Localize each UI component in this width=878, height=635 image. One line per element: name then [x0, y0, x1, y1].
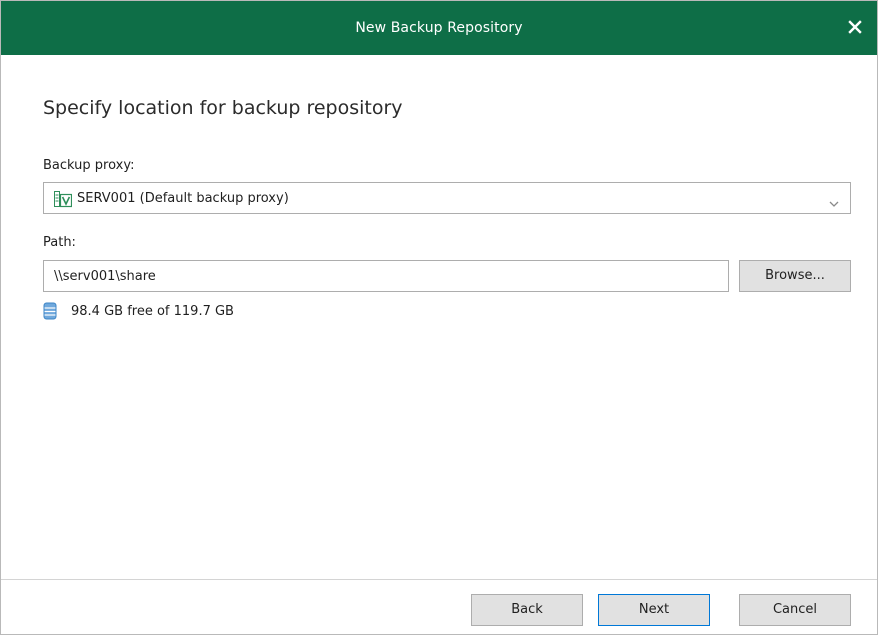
wizard-content: Specify location for backup repository B… [1, 55, 877, 579]
path-input[interactable] [43, 260, 729, 292]
back-button[interactable]: Back [471, 594, 583, 626]
step-heading: Specify location for backup repository [43, 97, 403, 119]
next-button[interactable]: Next [598, 594, 710, 626]
close-icon[interactable] [843, 15, 867, 39]
new-backup-repository-dialog: New Backup Repository Specify location f… [0, 0, 878, 635]
database-icon [43, 302, 57, 320]
free-space-text: 98.4 GB free of 119.7 GB [71, 304, 234, 319]
chevron-down-icon[interactable] [828, 194, 840, 207]
path-label: Path: [43, 235, 76, 250]
wizard-footer: Back Next Cancel [1, 579, 877, 634]
server-proxy-icon [54, 190, 73, 208]
cancel-button[interactable]: Cancel [739, 594, 851, 626]
backup-proxy-label: Backup proxy: [43, 158, 135, 173]
browse-button[interactable]: Browse... [739, 260, 851, 292]
title-bar: New Backup Repository [1, 1, 877, 55]
window-title: New Backup Repository [355, 20, 523, 36]
backup-proxy-selected-value: SERV001 (Default backup proxy) [77, 191, 289, 206]
backup-proxy-dropdown[interactable]: SERV001 (Default backup proxy) [43, 182, 851, 214]
